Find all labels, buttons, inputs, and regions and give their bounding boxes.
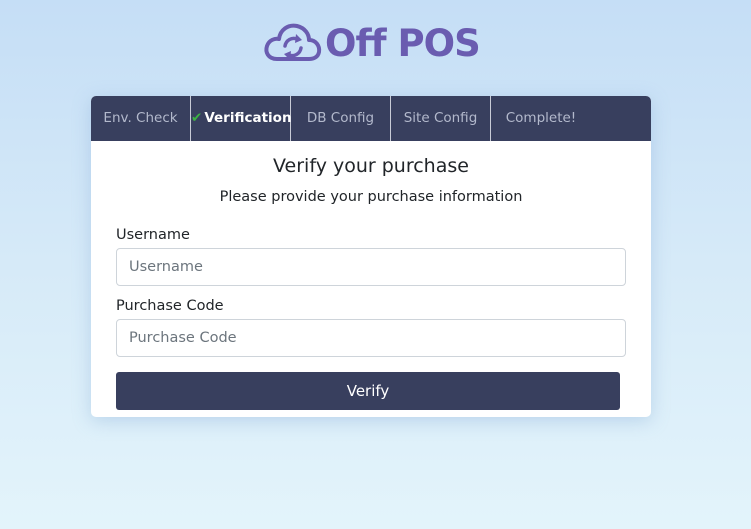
username-input[interactable] xyxy=(116,248,626,286)
tab-complete[interactable]: Complete! xyxy=(491,96,591,141)
purchase-code-input[interactable] xyxy=(116,319,626,357)
tab-db-config[interactable]: DB Config xyxy=(291,96,391,141)
tab-site-config[interactable]: Site Config xyxy=(391,96,491,141)
tab-label: Env. Check xyxy=(103,110,178,126)
installer-card: Env. Check ✔ Verification DB Config Site … xyxy=(91,96,651,417)
verify-button[interactable]: Verify xyxy=(116,372,620,410)
tab-verification[interactable]: ✔ Verification xyxy=(191,96,292,141)
tab-label: Site Config xyxy=(403,110,478,126)
tab-label: Complete! xyxy=(505,110,577,126)
username-label: Username xyxy=(116,227,190,243)
brand-name: Off POS xyxy=(325,22,481,65)
tab-label: DB Config xyxy=(306,110,375,126)
page-subtitle: Please provide your purchase information xyxy=(219,189,523,205)
verification-form: Username Purchase Code Verify xyxy=(91,224,651,410)
page-title: Verify your purchase xyxy=(273,155,469,177)
tab-label: Verification xyxy=(204,110,292,126)
tab-env-check[interactable]: Env. Check xyxy=(91,96,191,141)
brand-logo: Off POS xyxy=(263,18,481,70)
cloud-sync-icon xyxy=(264,23,322,61)
wizard-steps: Env. Check ✔ Verification DB Config Site … xyxy=(91,96,651,141)
purchase-code-label: Purchase Code xyxy=(116,298,224,314)
check-icon: ✔ xyxy=(191,110,203,126)
